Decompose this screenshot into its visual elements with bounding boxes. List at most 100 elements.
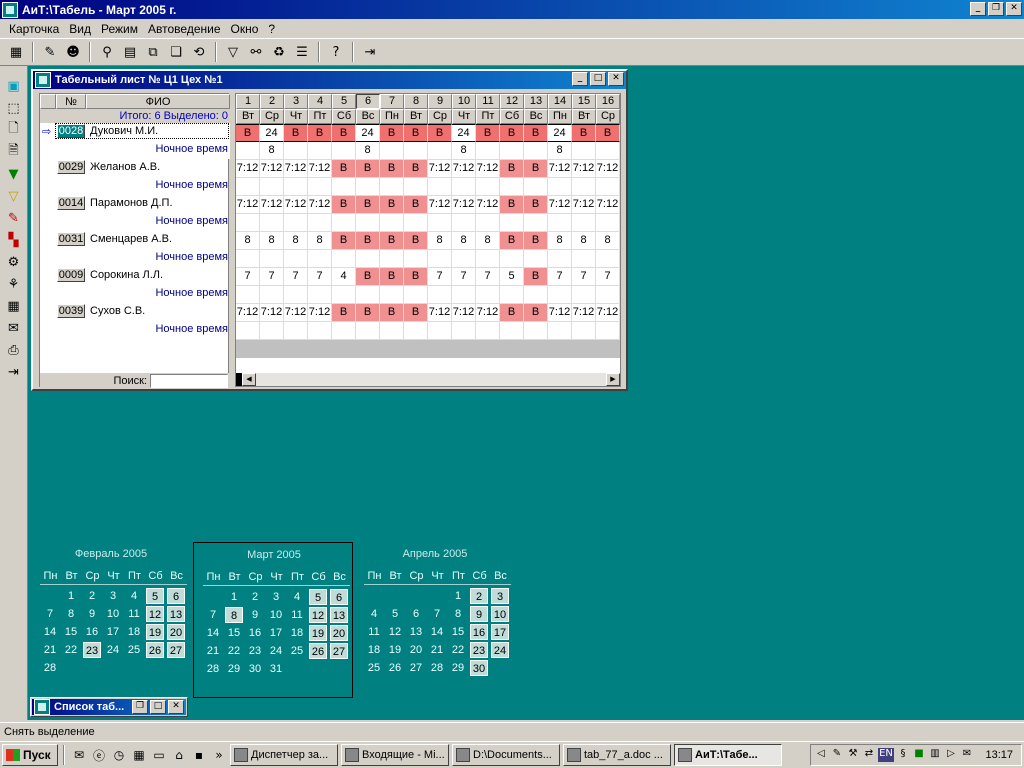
hours-cell[interactable]: В: [356, 304, 380, 322]
calendar-day[interactable]: 20: [330, 625, 348, 641]
hours-cell[interactable]: 7:12: [476, 196, 500, 214]
night-hours-cell[interactable]: [236, 142, 260, 160]
night-hours-cell[interactable]: [260, 286, 284, 304]
month-calendar[interactable]: Март 2005 Пн Вт Ср Чт Пт Сб Вс 1 2 3 4 5 6 7 8 9 10 11 12 13…: [193, 542, 353, 698]
hours-cell[interactable]: 8: [236, 232, 260, 250]
hours-cell[interactable]: 7: [596, 268, 620, 286]
hours-cell[interactable]: В: [500, 124, 524, 142]
hours-cell[interactable]: В: [500, 232, 524, 250]
calendar-day[interactable]: 14: [41, 624, 59, 640]
calendar-day[interactable]: 4: [125, 588, 143, 604]
hours-cell[interactable]: 8: [548, 232, 572, 250]
recycle-icon[interactable]: ♻: [269, 42, 289, 62]
night-hours-cell[interactable]: [356, 322, 380, 340]
night-hours-cell[interactable]: [428, 250, 452, 268]
calendar-day[interactable]: 3: [267, 589, 285, 605]
calendar-day[interactable]: 11: [288, 607, 306, 623]
calendar-day[interactable]: 24: [104, 642, 122, 658]
night-hours-cell[interactable]: [260, 250, 284, 268]
night-hours-cell[interactable]: [332, 142, 356, 160]
ie-icon[interactable]: ⓔ: [90, 746, 108, 764]
employee-name[interactable]: Сухов С.В.: [90, 304, 145, 318]
hours-cell[interactable]: 7:12: [236, 304, 260, 322]
night-hours-cell[interactable]: [380, 322, 404, 340]
hours-cell[interactable]: 7:12: [236, 160, 260, 178]
col-num-header[interactable]: №: [56, 94, 86, 109]
hours-cell[interactable]: В: [356, 232, 380, 250]
stamp-icon[interactable]: ⚙: [4, 252, 24, 272]
night-hours-cell[interactable]: [572, 250, 596, 268]
calendar-day[interactable]: 17: [491, 624, 509, 640]
night-hours-cell[interactable]: [308, 286, 332, 304]
hours-cell[interactable]: В: [332, 304, 356, 322]
hours-cell[interactable]: В: [380, 268, 404, 286]
hours-cell[interactable]: 7:12: [452, 304, 476, 322]
night-hours-cell[interactable]: [500, 322, 524, 340]
night-hours-cell[interactable]: [380, 142, 404, 160]
night-hours-cell[interactable]: [404, 322, 428, 340]
hours-cell[interactable]: В: [500, 304, 524, 322]
night-hours-cell[interactable]: [548, 286, 572, 304]
night-hours-cell[interactable]: [524, 178, 548, 196]
minimized-maximize-button[interactable]: □: [150, 700, 166, 714]
night-hours-cell[interactable]: [332, 322, 356, 340]
night-hours-cell[interactable]: [308, 178, 332, 196]
deselect-icon[interactable]: ⬚: [4, 98, 24, 118]
report-icon[interactable]: ✉: [4, 318, 24, 338]
night-hours-cell[interactable]: [260, 214, 284, 232]
calendar-day[interactable]: 16: [83, 624, 101, 640]
hours-cell[interactable]: В: [404, 268, 428, 286]
calendar-day[interactable]: 29: [225, 661, 243, 677]
calendar-day[interactable]: 1: [225, 589, 243, 605]
hours-cell[interactable]: В: [284, 124, 308, 142]
day-header[interactable]: 2: [260, 94, 284, 109]
hours-cell[interactable]: 7:12: [596, 160, 620, 178]
night-hours-cell[interactable]: [428, 286, 452, 304]
hours-cell[interactable]: 8: [284, 232, 308, 250]
hours-cell[interactable]: 8: [428, 232, 452, 250]
calendar-day[interactable]: 23: [83, 642, 101, 658]
night-hours-cell[interactable]: [596, 214, 620, 232]
calendar-day[interactable]: 25: [288, 643, 306, 659]
night-hours-cell[interactable]: [548, 250, 572, 268]
calendar-day[interactable]: 15: [449, 624, 467, 640]
hours-cell[interactable]: В: [380, 124, 404, 142]
exit-icon[interactable]: ⇥: [4, 362, 24, 382]
night-hours-cell[interactable]: [452, 178, 476, 196]
hours-cell[interactable]: В: [380, 304, 404, 322]
night-hours-cell[interactable]: [572, 214, 596, 232]
calendar-day[interactable]: 14: [428, 624, 446, 640]
hours-cell[interactable]: 24: [260, 124, 284, 142]
pin-icon[interactable]: ✎: [40, 42, 60, 62]
calendar-day[interactable]: 13: [330, 607, 348, 623]
menu-avtovedenie[interactable]: Автоведение: [143, 22, 225, 36]
calendar-day[interactable]: 28: [41, 660, 59, 676]
hours-cell[interactable]: 7:12: [260, 304, 284, 322]
day-header[interactable]: 14: [548, 94, 572, 109]
hours-cell[interactable]: 7:12: [428, 304, 452, 322]
hours-cell[interactable]: 7:12: [452, 196, 476, 214]
calendar-day[interactable]: 1: [62, 588, 80, 604]
taskbar-button[interactable]: Диспетчер за...: [230, 744, 338, 766]
night-hours-cell[interactable]: 8: [260, 142, 284, 160]
day-header[interactable]: 7: [380, 94, 404, 109]
hours-cell[interactable]: В: [356, 196, 380, 214]
hours-cell[interactable]: В: [332, 196, 356, 214]
start-button[interactable]: Пуск: [2, 744, 58, 766]
calendar-day[interactable]: 21: [428, 642, 446, 658]
calendar-day[interactable]: 10: [491, 606, 509, 622]
day-header[interactable]: 6: [356, 94, 380, 109]
list-icon[interactable]: ☰: [292, 42, 312, 62]
employee-number[interactable]: 0009: [57, 268, 85, 282]
calendar-day[interactable]: 3: [491, 588, 509, 604]
tree-icon[interactable]: ▦: [6, 42, 26, 62]
night-hours-cell[interactable]: 8: [356, 142, 380, 160]
hours-cell[interactable]: 8: [260, 232, 284, 250]
scroll-right-button[interactable]: ▶: [606, 373, 620, 386]
hours-cell[interactable]: В: [500, 196, 524, 214]
night-hours-cell[interactable]: [476, 250, 500, 268]
hours-cell[interactable]: В: [524, 196, 548, 214]
edit-doc-icon[interactable]: 🗎: [4, 142, 24, 162]
calendar-day[interactable]: 19: [309, 625, 327, 641]
hours-cell[interactable]: 7:12: [260, 196, 284, 214]
